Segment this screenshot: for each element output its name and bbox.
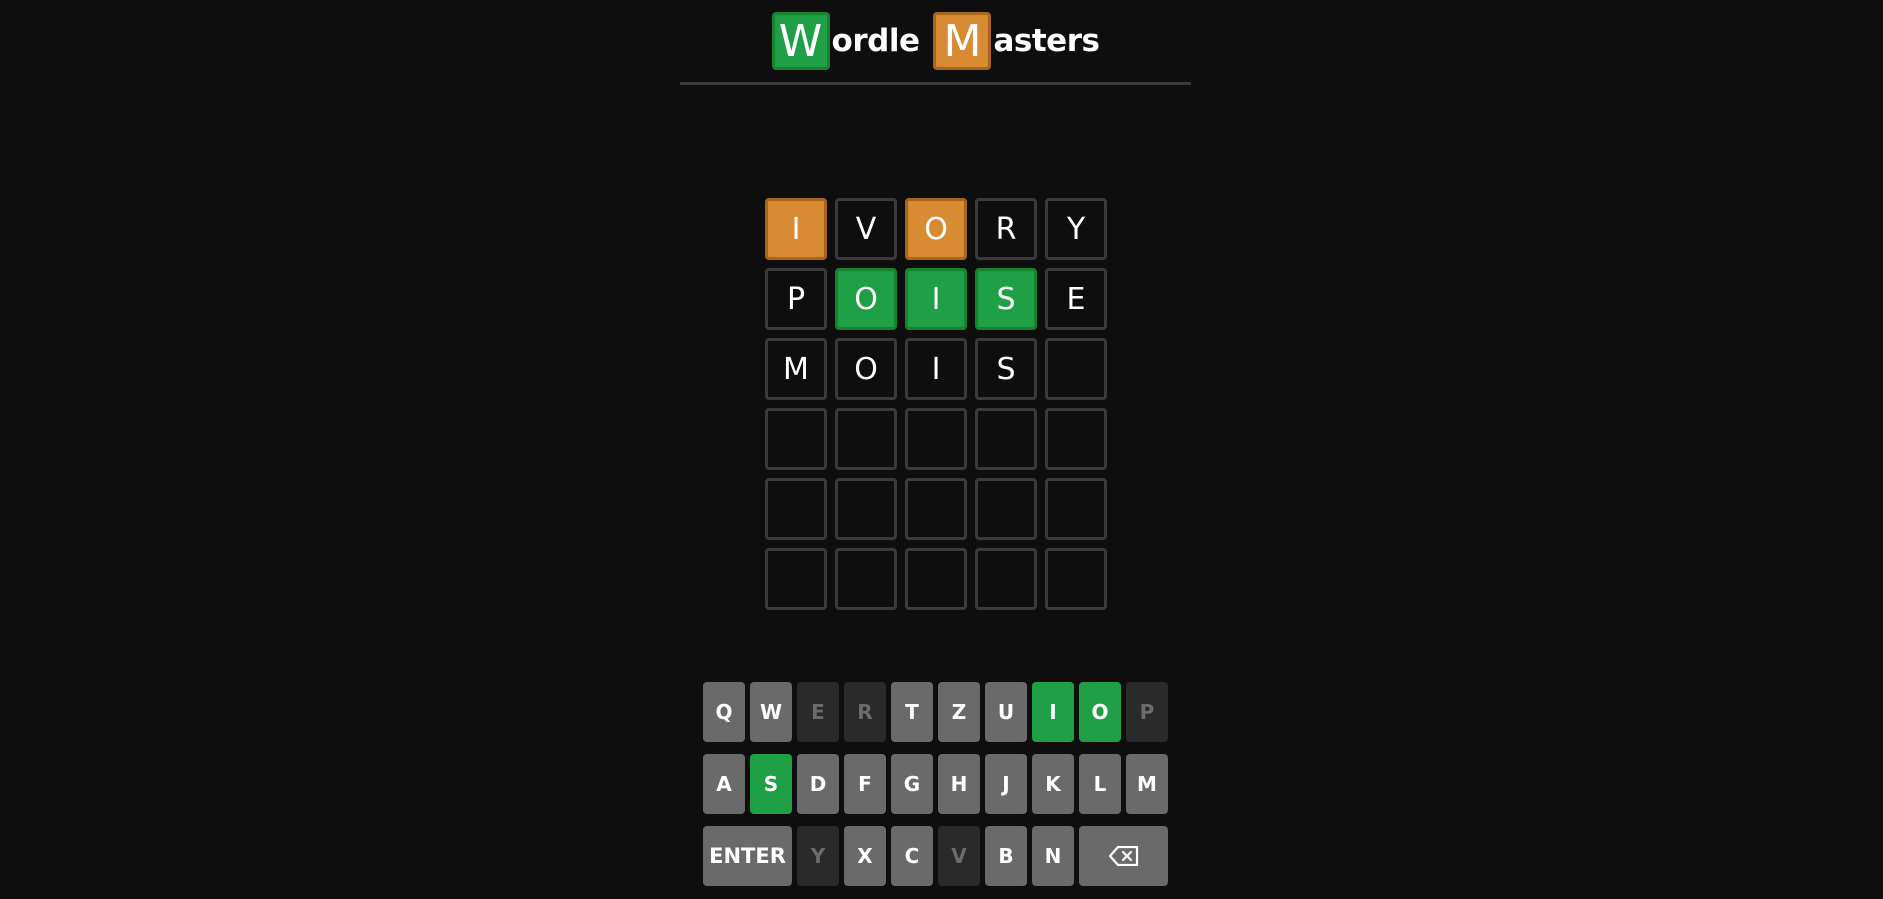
logo-tile-m: M xyxy=(933,12,992,70)
key-p[interactable]: P xyxy=(1126,682,1168,742)
key-z[interactable]: Z xyxy=(938,682,980,742)
board-tile xyxy=(975,408,1037,470)
board-tile: O xyxy=(835,338,897,400)
game-board: IVORYPOISEMOIS xyxy=(765,198,1107,610)
board-tile xyxy=(905,548,967,610)
key-y[interactable]: Y xyxy=(797,826,839,886)
board-tile xyxy=(905,478,967,540)
key-q[interactable]: Q xyxy=(703,682,745,742)
board-tile: O xyxy=(835,268,897,330)
board-tile: S xyxy=(975,338,1037,400)
key-u[interactable]: U xyxy=(985,682,1027,742)
key-c[interactable]: C xyxy=(891,826,933,886)
board-tile xyxy=(765,408,827,470)
key-o[interactable]: O xyxy=(1079,682,1121,742)
board-tile xyxy=(975,548,1037,610)
on-screen-keyboard: Q W E R T Z U I O P A S D F G H J K L M ENTER Y X C V B N xyxy=(703,682,1169,898)
logo-tile-w: W xyxy=(771,12,830,70)
logo-text-wordle: ordle xyxy=(831,23,920,59)
board-tile: O xyxy=(905,198,967,260)
key-k[interactable]: K xyxy=(1032,754,1074,814)
header: W ordle M asters xyxy=(680,0,1191,85)
board-tile xyxy=(1045,408,1107,470)
board-tile: E xyxy=(1045,268,1107,330)
board-tile: V xyxy=(835,198,897,260)
key-s[interactable]: S xyxy=(750,754,792,814)
board-tile: I xyxy=(905,268,967,330)
board-tile: M xyxy=(765,338,827,400)
key-h[interactable]: H xyxy=(938,754,980,814)
key-l[interactable]: L xyxy=(1079,754,1121,814)
key-v[interactable]: V xyxy=(938,826,980,886)
board-tile xyxy=(1045,478,1107,540)
board-tile: Y xyxy=(1045,198,1107,260)
wordle-app: W ordle M asters IVORYPOISEMOIS QWERTZUI… xyxy=(0,0,1883,899)
key-b[interactable]: B xyxy=(985,826,1027,886)
key-i[interactable]: I xyxy=(1032,682,1074,742)
board-tile: S xyxy=(975,268,1037,330)
board-tile: R xyxy=(975,198,1037,260)
logo: W ordle M asters xyxy=(680,10,1191,72)
board-tile xyxy=(1045,548,1107,610)
key-t[interactable]: T xyxy=(891,682,933,742)
board-tile: P xyxy=(765,268,827,330)
board-tile xyxy=(765,548,827,610)
backspace-key[interactable] xyxy=(1079,826,1168,886)
key-w[interactable]: W xyxy=(750,682,792,742)
enter-key[interactable]: ENTER xyxy=(703,826,792,886)
logo-text-masters: asters xyxy=(993,23,1100,59)
board-tile xyxy=(835,408,897,470)
key-n[interactable]: N xyxy=(1032,826,1074,886)
key-f[interactable]: F xyxy=(844,754,886,814)
logo-word-masters: M asters xyxy=(933,12,1100,70)
key-d[interactable]: D xyxy=(797,754,839,814)
board-tile xyxy=(905,408,967,470)
board-tile xyxy=(835,478,897,540)
key-e[interactable]: E xyxy=(797,682,839,742)
board-tile xyxy=(1045,338,1107,400)
key-a[interactable]: A xyxy=(703,754,745,814)
key-x[interactable]: X xyxy=(844,826,886,886)
board-tile: I xyxy=(765,198,827,260)
key-g[interactable]: G xyxy=(891,754,933,814)
keyboard-row: QWERTZUIOP xyxy=(703,682,1169,742)
key-m[interactable]: M xyxy=(1126,754,1168,814)
logo-word-wordle: W ordle xyxy=(771,12,920,70)
key-j[interactable]: J xyxy=(985,754,1027,814)
backspace-icon xyxy=(1108,846,1138,866)
board-tile xyxy=(835,548,897,610)
board-tile: I xyxy=(905,338,967,400)
board-tile xyxy=(975,478,1037,540)
keyboard-row: ASDFGHJKLM xyxy=(703,754,1169,814)
key-r[interactable]: R xyxy=(844,682,886,742)
keyboard-row: ENTER Y X C V B N xyxy=(703,826,1169,886)
board-tile xyxy=(765,478,827,540)
